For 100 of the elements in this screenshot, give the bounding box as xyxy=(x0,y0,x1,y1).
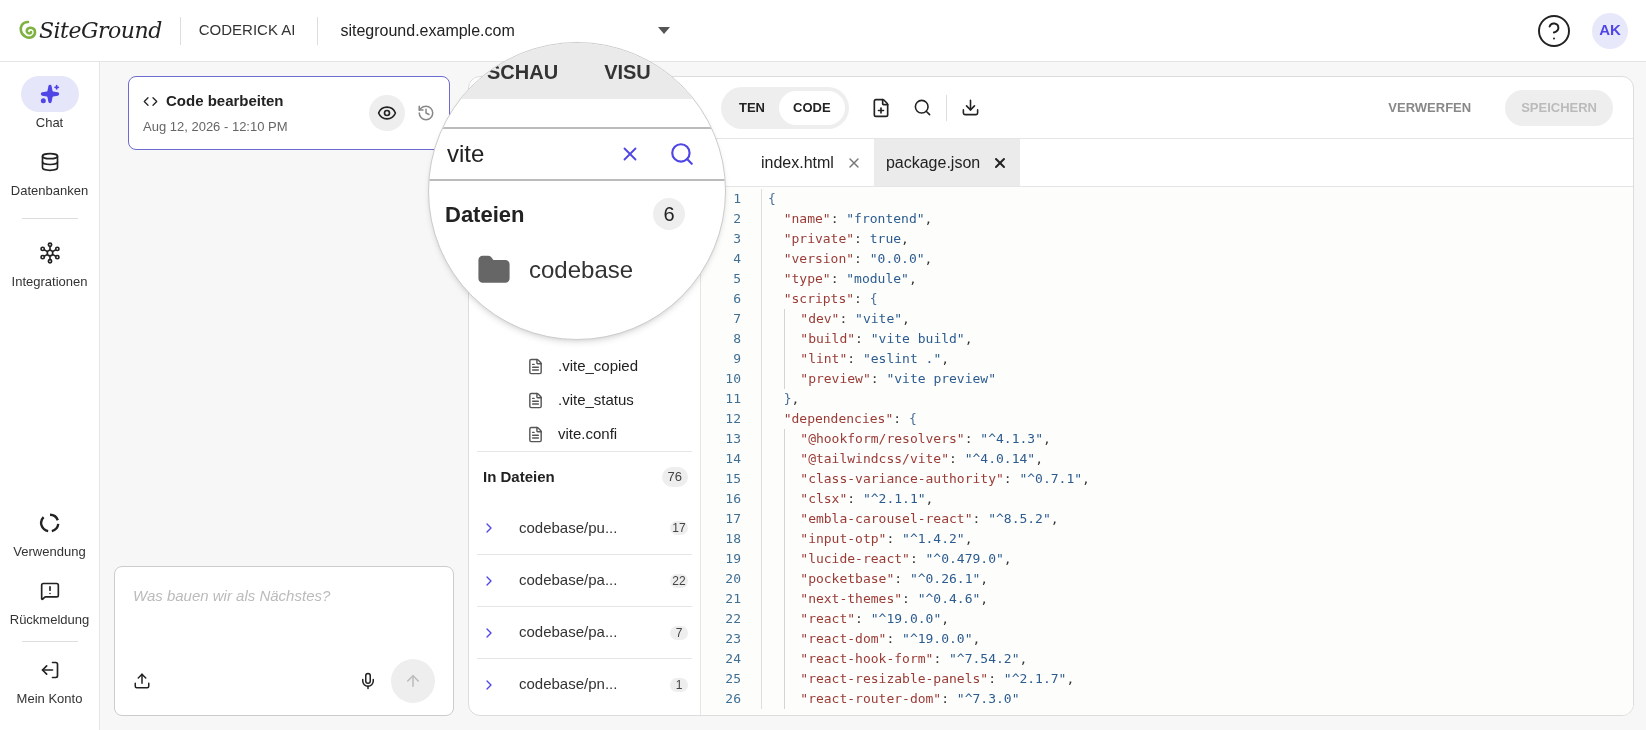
history-date: Aug 12, 2026 - 12:10 PM xyxy=(143,117,289,136)
result-path: codebase/pu... xyxy=(519,517,619,538)
line-number: 14 xyxy=(724,450,741,469)
line-number: 18 xyxy=(724,530,741,549)
search-result-row[interactable]: codebase/pn... 1 xyxy=(477,658,692,710)
code-line: "preview": "vite preview" xyxy=(761,369,996,389)
logo-text: SiteGround xyxy=(39,17,162,45)
line-number: 22 xyxy=(724,610,741,629)
line-number: 12 xyxy=(724,410,741,429)
mode-toggle-option[interactable]: CODE xyxy=(779,90,845,125)
code-line: "private": true, xyxy=(761,229,909,249)
loading-ring-icon xyxy=(38,512,61,534)
line-number: 6 xyxy=(732,290,741,309)
history-title: Code bearbeiten xyxy=(166,91,284,111)
file-tab[interactable]: package.json xyxy=(873,139,1021,186)
file-item[interactable]: .vite_copied xyxy=(527,349,639,383)
file-item[interactable]: vite.confi xyxy=(527,417,618,451)
line-number: 9 xyxy=(732,350,741,369)
nav-item-icon-button[interactable] xyxy=(20,76,79,112)
folder-item[interactable]: codebase xyxy=(477,247,634,293)
line-number: 25 xyxy=(724,670,741,689)
code-line: "dependencies": { xyxy=(761,409,917,429)
search-result-row[interactable]: codebase/pa... 22 xyxy=(477,554,692,606)
prompt-input[interactable]: Was bauen wir als Nächstes? xyxy=(133,585,435,608)
preview-button[interactable] xyxy=(369,95,405,131)
line-number: 13 xyxy=(724,430,741,449)
code-line: "name": "frontend", xyxy=(761,209,933,229)
line-number: 20 xyxy=(724,570,741,589)
count-badge: 1 xyxy=(670,677,688,692)
line-number: 19 xyxy=(724,550,741,569)
nav-label[interactable]: Datenbanken xyxy=(5,180,94,202)
network-icon xyxy=(38,242,61,264)
line-number: 24 xyxy=(724,650,741,669)
code-line: "class-variance-authority": "^0.7.1", xyxy=(761,469,1090,489)
line-number: 26 xyxy=(724,690,741,709)
code-line: "lint": "eslint .", xyxy=(761,349,950,369)
code-line: "pocketbase": "^0.26.1", xyxy=(761,569,989,589)
nav-label[interactable]: Rückmeldung xyxy=(5,609,94,631)
search-field[interactable]: vite xyxy=(429,129,725,181)
code-line: "embla-carousel-react": "^8.5.2", xyxy=(761,509,1059,529)
line-number: 3 xyxy=(732,230,741,249)
history-icon[interactable] xyxy=(417,104,435,122)
user-avatar[interactable]: AK xyxy=(1592,12,1628,49)
search-icon[interactable] xyxy=(669,141,695,167)
code-line: "clsx": "^2.1.1", xyxy=(761,489,934,509)
code-line: { xyxy=(761,189,776,209)
product-name: CODERICK AI xyxy=(198,20,296,41)
file-icon xyxy=(527,425,544,443)
microphone-icon[interactable] xyxy=(359,672,377,690)
nav-label[interactable]: Integrationen xyxy=(5,271,94,293)
nav-label[interactable]: Verwendung xyxy=(5,541,94,563)
view-tab[interactable]: VISU xyxy=(604,57,651,87)
line-number: 16 xyxy=(724,490,741,509)
section-title: In Dateien xyxy=(483,466,555,487)
code-line: "type": "module", xyxy=(761,269,917,289)
code-line: "@tailwindcss/vite": "^4.0.14", xyxy=(761,449,1043,469)
eye-icon xyxy=(377,103,397,123)
discard-button[interactable]: VERWERFEN xyxy=(1378,97,1482,118)
code-line: "version": "0.0.0", xyxy=(761,249,933,269)
search-icon[interactable] xyxy=(912,98,932,117)
caret-icon xyxy=(658,27,671,34)
code-line: "react-resizable-panels": "^2.1.7", xyxy=(761,669,1075,689)
line-number: 2 xyxy=(732,210,741,229)
file-tab[interactable]: index.html xyxy=(749,139,874,186)
logo-swirl-icon xyxy=(18,19,38,42)
database-icon xyxy=(39,152,60,172)
section-title: Dateien xyxy=(445,200,525,229)
result-path: codebase/pa... xyxy=(519,570,619,591)
prompt-box[interactable]: Was bauen wir als Nächstes? xyxy=(114,566,454,716)
mode-toggle-option[interactable]: TEN xyxy=(725,90,779,125)
code-line: "@hookform/resolvers": "^4.1.3", xyxy=(761,429,1051,449)
search-result-row[interactable]: codebase/pa... 7 xyxy=(477,606,692,658)
search-result-row[interactable]: codebase/pu... 17 xyxy=(477,502,692,554)
upload-icon[interactable] xyxy=(133,672,151,690)
line-number: 4 xyxy=(732,250,741,269)
code-line: "react-dom": "^19.0.0", xyxy=(761,629,981,649)
count-badge: 6 xyxy=(653,198,685,230)
file-item[interactable]: .vite_status xyxy=(527,383,634,417)
logout-icon xyxy=(39,660,60,680)
file-icon xyxy=(527,391,544,409)
sparkle-icon xyxy=(39,84,60,104)
feedback-icon xyxy=(39,581,60,601)
line-number: 5 xyxy=(732,270,741,289)
line-number: 17 xyxy=(724,510,741,529)
code-line: "dev": "vite", xyxy=(761,309,910,329)
site-selector[interactable]: siteground.example.com xyxy=(340,18,671,43)
nav-label[interactable]: Chat xyxy=(5,112,94,134)
search-input[interactable]: vite xyxy=(447,136,619,172)
code-line: "scripts": { xyxy=(761,289,878,309)
line-number: 7 xyxy=(732,310,741,329)
line-number: 1 xyxy=(732,190,741,209)
history-card[interactable]: Code bearbeiten Aug 12, 2026 - 12:10 PM xyxy=(128,76,450,150)
nav-label[interactable]: Mein Konto xyxy=(5,688,94,710)
count-badge: 17 xyxy=(670,521,688,535)
code-line: "react-hook-form": "^7.54.2", xyxy=(761,649,1028,669)
count-badge: 76 xyxy=(661,467,688,487)
line-number: 23 xyxy=(724,630,741,649)
file-icon xyxy=(527,357,544,375)
download-icon[interactable] xyxy=(960,98,980,117)
help-icon[interactable] xyxy=(1536,12,1572,49)
